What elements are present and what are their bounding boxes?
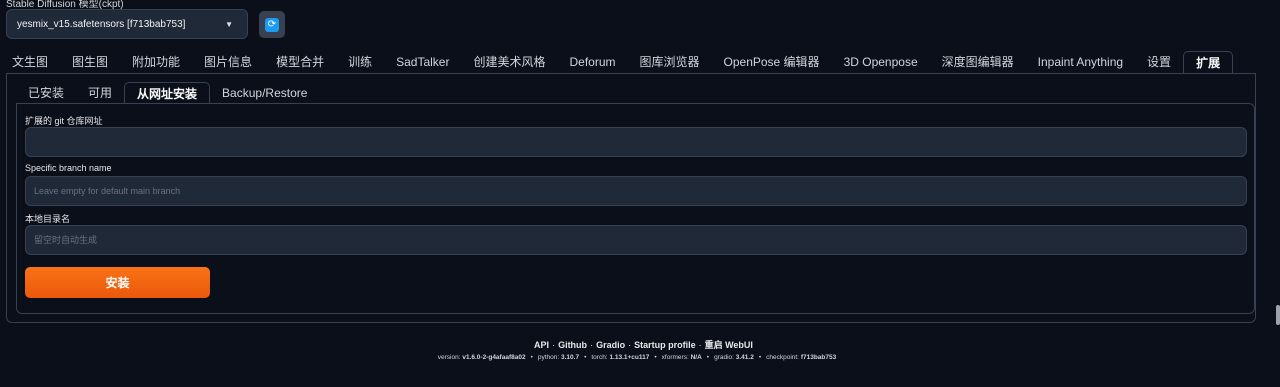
footer-separator: · (590, 340, 594, 350)
sub-tab-3[interactable]: Backup/Restore (210, 82, 319, 104)
tab-12[interactable]: 深度图编辑器 (930, 51, 1026, 74)
version-separator: • (758, 354, 762, 361)
tab-14[interactable]: 设置 (1135, 51, 1183, 74)
tab-1[interactable]: 图生图 (60, 51, 120, 74)
local-dir-input[interactable] (25, 225, 1247, 255)
tab-4[interactable]: 模型合并 (264, 51, 336, 74)
footer-link-1[interactable]: Github (558, 340, 587, 350)
tab-9[interactable]: 图库浏览器 (628, 51, 712, 74)
version-key: version: (437, 354, 461, 361)
tab-8[interactable]: Deforum (557, 51, 627, 74)
git-url-label: 扩展的 git 仓库网址 (25, 116, 103, 126)
version-separator: • (584, 354, 587, 361)
footer-link-2[interactable]: Gradio (596, 340, 625, 350)
version-value: 1.13.1+cu117 (609, 354, 650, 361)
version-key: python: (537, 354, 560, 361)
footer-links: API · Github · Gradio · Startup profile · 重启 Web… (0, 338, 1280, 351)
version-separator: • (706, 354, 710, 361)
sub-tab-0[interactable]: 已安装 (16, 82, 76, 104)
tab-0[interactable]: 文生图 (0, 51, 60, 74)
footer-link-3[interactable]: Startup profile (634, 340, 696, 350)
version-key: torch: (591, 354, 608, 361)
version-separator: • (654, 354, 657, 361)
checkpoint-dropdown[interactable]: yesmix_v15.safetensors [f713bab753] ▼ (6, 9, 248, 39)
sub-tab-1[interactable]: 可用 (76, 82, 124, 104)
extension-sub-tabs: 已安装 可用 从网址安装 Backup/Restore (16, 82, 319, 104)
version-value: v1.6.0-2-g4afaaf8a02 (462, 354, 526, 361)
version-key: xformers: (661, 354, 689, 361)
tab-5[interactable]: 训练 (336, 51, 384, 74)
footer-versions: version: v1.6.0-2-g4afaaf8a02 • python: 3.… (0, 354, 1274, 361)
chevron-down-icon: ▼ (225, 19, 233, 29)
footer-link-4[interactable]: 重启 WebUI (705, 340, 753, 350)
refresh-checkpoint-button[interactable]: ⟳ (259, 11, 285, 38)
scrollbar[interactable] (1276, 305, 1280, 325)
footer-separator: · (552, 340, 556, 350)
tab-10[interactable]: OpenPose 编辑器 (712, 51, 832, 74)
footer-separator: · (628, 340, 632, 350)
version-key: gradio: (714, 354, 734, 361)
branch-name-label: Specific branch name (25, 163, 112, 173)
refresh-icon: ⟳ (265, 17, 279, 32)
tab-11[interactable]: 3D Openpose (832, 51, 930, 74)
tab-6[interactable]: SadTalker (384, 51, 461, 74)
sub-tab-2[interactable]: 从网址安装 (124, 82, 211, 104)
local-dir-label: 本地目录名 (25, 214, 71, 224)
footer-separator: · (698, 340, 702, 350)
version-value: N/A (690, 354, 702, 361)
version-value: 3.10.7 (561, 354, 580, 361)
git-url-input[interactable] (25, 127, 1247, 157)
checkpoint-value: yesmix_v15.safetensors [f713bab753] (17, 18, 186, 30)
main-tabs: 文生图 图生图 附加功能 图片信息 模型合并 训练 SadTalker 创建美术风格 Defor… (0, 51, 1280, 74)
tab-2[interactable]: 附加功能 (120, 51, 192, 74)
tab-3[interactable]: 图片信息 (192, 51, 264, 74)
install-button[interactable]: 安装 (25, 267, 210, 298)
tab-7[interactable]: 创建美术风格 (461, 51, 557, 74)
version-key: checkpoint: (766, 354, 799, 361)
version-value: 3.41.2 (735, 354, 754, 361)
version-separator: • (530, 354, 533, 361)
footer-link-0[interactable]: API (534, 340, 549, 350)
tab-15[interactable]: 扩展 (1183, 51, 1234, 74)
branch-name-input[interactable] (25, 176, 1247, 206)
version-value: f713bab753 (800, 354, 837, 361)
tab-13[interactable]: Inpaint Anything (1026, 51, 1135, 74)
